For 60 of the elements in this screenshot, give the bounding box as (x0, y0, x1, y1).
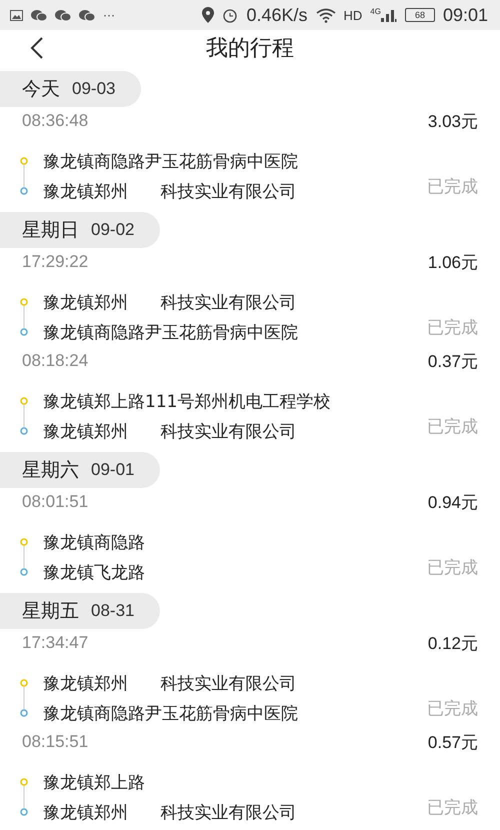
trip-fare: 0.37元 (428, 350, 478, 372)
clock-time: 09:01 (442, 4, 488, 26)
trip-time: 17:34:47 (22, 633, 88, 653)
date-label: 09-02 (91, 220, 134, 240)
trip-time: 08:15:51 (22, 732, 88, 752)
day-label: 星期五 (22, 599, 79, 624)
day-label: 星期六 (22, 458, 79, 483)
image-icon (10, 10, 23, 20)
trip-fare: 1.06元 (428, 252, 478, 274)
end-place: 豫龙镇商隐路尹玉花筋骨病中医院 (43, 702, 298, 724)
date-label: 09-03 (72, 79, 116, 99)
chat-bubbles-icon (55, 8, 71, 22)
overflow-indicator: ··· (103, 8, 115, 22)
route-drawing (20, 157, 28, 195)
trip-status: 已完成 (427, 317, 478, 339)
route-drawing (20, 679, 28, 717)
trip-status: 已完成 (427, 797, 478, 819)
start-place: 豫龙镇郑州 科技实业有限公司 (43, 672, 296, 694)
page-title: 我的行程 (206, 34, 294, 62)
date-label: 08-31 (91, 601, 134, 621)
battery-level: 68 (404, 8, 435, 22)
trip-status: 已完成 (427, 176, 478, 198)
trip-time: 17:29:22 (22, 252, 88, 272)
day-label: 星期日 (22, 218, 79, 243)
day-label: 今天 (22, 77, 60, 102)
start-place: 豫龙镇郑上路111号郑州机电工程学校 (43, 390, 330, 412)
trip-status: 已完成 (427, 698, 478, 720)
end-place: 豫龙镇郑州 科技实业有限公司 (43, 180, 296, 202)
start-place: 豫龙镇商隐路 (43, 532, 145, 554)
route-drawing (20, 298, 28, 336)
trip-time: 08:18:24 (22, 351, 88, 371)
end-place: 豫龙镇飞龙路 (43, 562, 145, 584)
trip-fare: 0.94元 (428, 492, 478, 514)
route-drawing (20, 778, 28, 816)
trip-time: 08:36:48 (22, 111, 88, 131)
end-place: 豫龙镇商隐路尹玉花筋骨病中医院 (43, 322, 298, 344)
hd-label: HD (344, 8, 362, 22)
network-generation: 4G (370, 6, 381, 16)
end-place: 豫龙镇郑州 科技实业有限公司 (43, 420, 296, 442)
start-place: 豫龙镇郑上路 (43, 772, 145, 794)
chat-bubbles-icon (79, 8, 95, 22)
location-pin-icon (202, 7, 214, 23)
start-place: 豫龙镇郑州 科技实业有限公司 (43, 292, 296, 314)
alarm-clock-icon (222, 7, 238, 23)
start-place: 豫龙镇商隐路尹玉花筋骨病中医院 (43, 150, 298, 172)
wifi-icon (316, 8, 336, 22)
network-speed: 0.46K/s (246, 4, 308, 26)
trip-status: 已完成 (427, 557, 478, 579)
chat-bubbles-icon (31, 8, 47, 22)
back-icon[interactable] (30, 37, 44, 59)
date-label: 09-01 (91, 460, 134, 480)
trip-fare: 3.03元 (428, 110, 478, 132)
trip-fare: 0.57元 (428, 732, 478, 754)
trip-fare: 0.12元 (428, 632, 478, 654)
trip-status: 已完成 (427, 416, 478, 438)
end-place: 豫龙镇郑州 科技实业有限公司 (43, 802, 296, 824)
route-drawing (20, 538, 28, 576)
route-drawing (20, 397, 28, 435)
trip-time: 08:01:51 (22, 492, 88, 512)
signal-icon (380, 8, 397, 22)
